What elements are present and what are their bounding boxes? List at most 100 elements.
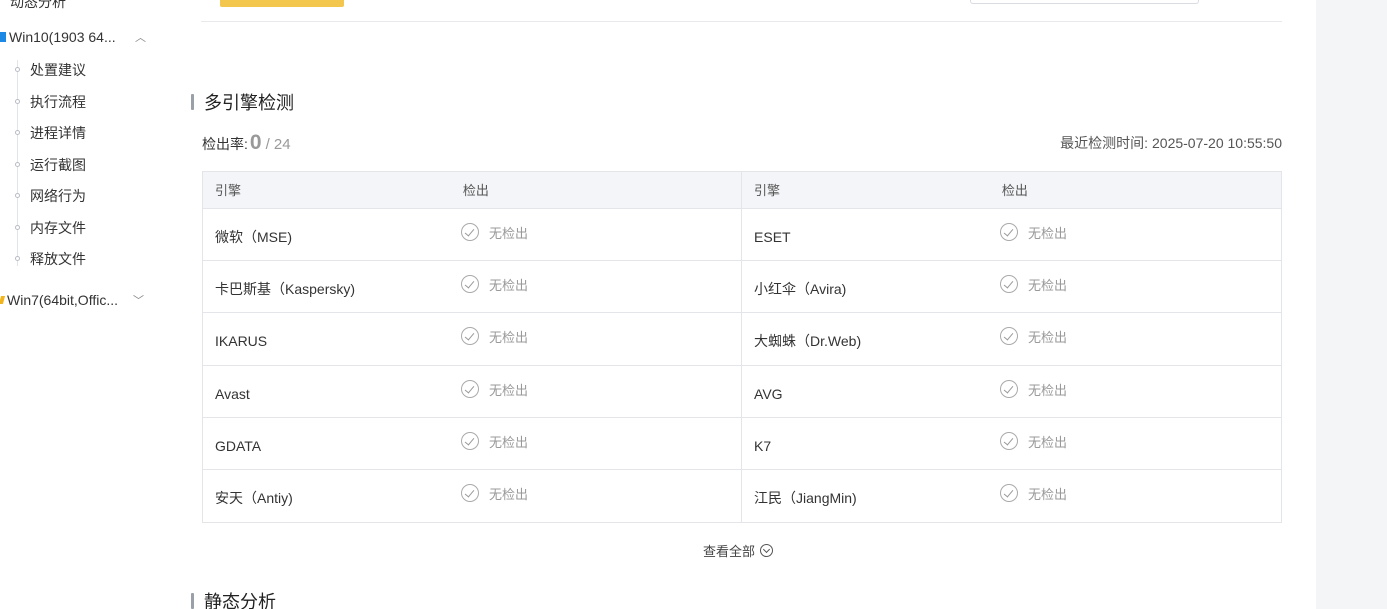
tree-dot-icon	[15, 99, 20, 104]
sidebar-item-disposal-advice[interactable]: 处置建议	[15, 60, 86, 80]
section-title-static-analysis: 静态分析	[191, 591, 276, 609]
check-circle-icon	[999, 379, 1018, 398]
check-circle-icon	[999, 483, 1018, 502]
view-all-label: 查看全部	[703, 544, 756, 559]
sidebar-item-released-files[interactable]: 释放文件	[15, 249, 86, 269]
detect-status: 无检出	[488, 278, 528, 294]
detect-cell: 无检出	[451, 365, 743, 417]
detect-status: 无检出	[488, 330, 528, 346]
sidebar-item-dynamic-analysis[interactable]: 动态分析	[10, 0, 66, 12]
detection-rate-total: / 24	[265, 136, 291, 153]
detect-status: 无检出	[1027, 434, 1067, 450]
sidebar-group-label: Win7(64bit,Offic...	[7, 292, 119, 308]
table-row: 卡巴斯基（Kaspersky) 无检出 小红伞（Avira) 无检出	[203, 261, 1281, 314]
table-row: Avast 无检出 AVG 无检出	[203, 365, 1281, 418]
column-header-detect: 检出	[1001, 183, 1028, 198]
column-header-engine: 引擎	[754, 183, 781, 198]
detect-cell: 无检出	[451, 469, 743, 523]
sidebar-group-label: Win10(1903 64...	[9, 29, 116, 45]
sidebar-item-label: 释放文件	[30, 251, 86, 267]
right-gutter	[1316, 0, 1387, 609]
table-row: 安天（Antiy) 无检出 江民（JiangMin) 无检出	[203, 469, 1281, 523]
sidebar-item-process-details[interactable]: 进程详情	[15, 123, 86, 143]
detect-status: 无检出	[1027, 382, 1067, 398]
windows-icon	[0, 32, 6, 42]
detect-cell: 无检出	[451, 209, 743, 261]
engine-name: GDATA	[215, 437, 262, 454]
windows-icon	[0, 296, 6, 304]
sidebar-item-label: 网络行为	[30, 188, 86, 204]
section-marker	[191, 94, 194, 110]
detect-cell: 无检出	[451, 313, 743, 365]
sidebar-item-label: 执行流程	[30, 94, 86, 110]
detect-cell: 无检出	[990, 209, 1281, 260]
detect-status: 无检出	[488, 382, 528, 398]
detect-status: 无检出	[1027, 278, 1067, 294]
engine-name: K7	[754, 437, 772, 454]
sidebar: 动态分析 Win10(1903 64... ︿ 处置建议 执行流程 进程详情 运…	[0, 0, 162, 609]
detection-rate-value: 0	[249, 131, 262, 154]
detection-rate: 检出率: 0 / 24	[202, 131, 291, 155]
check-circle-icon	[999, 431, 1018, 450]
section-title-multi-engine: 多引擎检测	[191, 92, 294, 113]
chevron-down-circle-icon	[760, 544, 774, 557]
sidebar-item-label: 运行截图	[30, 157, 86, 173]
detect-status: 无检出	[1027, 330, 1067, 346]
section-marker	[191, 593, 194, 609]
check-circle-icon	[460, 275, 479, 294]
sidebar-group-win7[interactable]: Win7(64bit,Offic... ﹀	[0, 289, 162, 311]
detect-status: 无检出	[1027, 486, 1067, 502]
check-circle-icon	[460, 431, 479, 450]
tree-dot-icon	[15, 225, 20, 230]
tree-dot-icon	[15, 67, 20, 72]
check-circle-icon	[460, 379, 479, 398]
section-title-text: 多引擎检测	[204, 93, 294, 113]
section-title-text: 静态分析	[204, 592, 276, 609]
engine-table: 引擎 检出 引擎 检出 微软（MSE) 无检出 ESET 无检出 卡巴斯基（Ka…	[202, 171, 1282, 524]
last-detection-time: 最近检测时间: 2025-07-20 10:55:50	[1060, 133, 1282, 153]
engine-name: 微软（MSE)	[215, 229, 292, 245]
sidebar-tree: 处置建议 执行流程 进程详情 运行截图 网络行为 内存文件 释放文件	[15, 60, 86, 267]
chevron-up-icon[interactable]: ︿	[135, 29, 146, 45]
tree-dot-icon	[15, 162, 20, 167]
engine-name: IKARUS	[215, 333, 268, 350]
engine-name: Avast	[215, 385, 250, 402]
sidebar-group-win10[interactable]: Win10(1903 64... ︿	[0, 26, 162, 48]
tree-dot-icon	[15, 193, 20, 198]
sidebar-item-screenshots[interactable]: 运行截图	[15, 155, 86, 175]
detect-cell: 无检出	[451, 261, 743, 313]
tree-dot-icon	[15, 256, 20, 261]
check-circle-icon	[999, 275, 1018, 294]
check-circle-icon	[460, 483, 479, 502]
divider	[201, 21, 1282, 22]
action-button[interactable]	[220, 0, 344, 7]
last-detection-time-value: 2025-07-20 10:55:50	[1152, 135, 1282, 151]
detect-cell: 无检出	[990, 313, 1281, 364]
detect-status: 无检出	[488, 226, 528, 241]
table-row: IKARUS 无检出 大蜘蛛（Dr.Web) 无检出	[203, 313, 1281, 366]
engine-name: 小红伞（Avira)	[754, 281, 847, 298]
last-detection-time-label: 最近检测时间:	[1060, 135, 1148, 151]
engine-name: ESET	[754, 229, 791, 245]
sidebar-item-network-behavior[interactable]: 网络行为	[15, 186, 86, 206]
engine-name: 卡巴斯基（Kaspersky)	[215, 281, 356, 298]
engine-name: 安天（Antiy)	[215, 489, 293, 506]
chevron-down-icon[interactable]: ﹀	[133, 292, 144, 308]
engine-name: AVG	[754, 385, 783, 402]
check-circle-icon	[999, 327, 1018, 346]
select-input[interactable]	[970, 0, 1199, 4]
detect-status: 无检出	[488, 434, 528, 450]
table-row: GDATA 无检出 K7 无检出	[203, 417, 1281, 470]
sidebar-item-label: 处置建议	[30, 62, 86, 78]
detect-status: 无检出	[1027, 226, 1067, 241]
main-content: 多引擎检测 检出率: 0 / 24 最近检测时间: 2025-07-20 10:5…	[162, 0, 1316, 609]
detection-rate-label: 检出率:	[202, 136, 248, 152]
view-all-link[interactable]: 查看全部	[703, 541, 774, 560]
table-header: 引擎 检出 引擎 检出	[203, 172, 1281, 209]
check-circle-icon	[460, 223, 479, 241]
sidebar-item-execution-flow[interactable]: 执行流程	[15, 92, 86, 112]
sidebar-item-memory-files[interactable]: 内存文件	[15, 218, 86, 238]
tree-dot-icon	[15, 130, 20, 135]
detect-cell: 无检出	[990, 366, 1281, 417]
sidebar-item-label: 进程详情	[30, 125, 86, 141]
